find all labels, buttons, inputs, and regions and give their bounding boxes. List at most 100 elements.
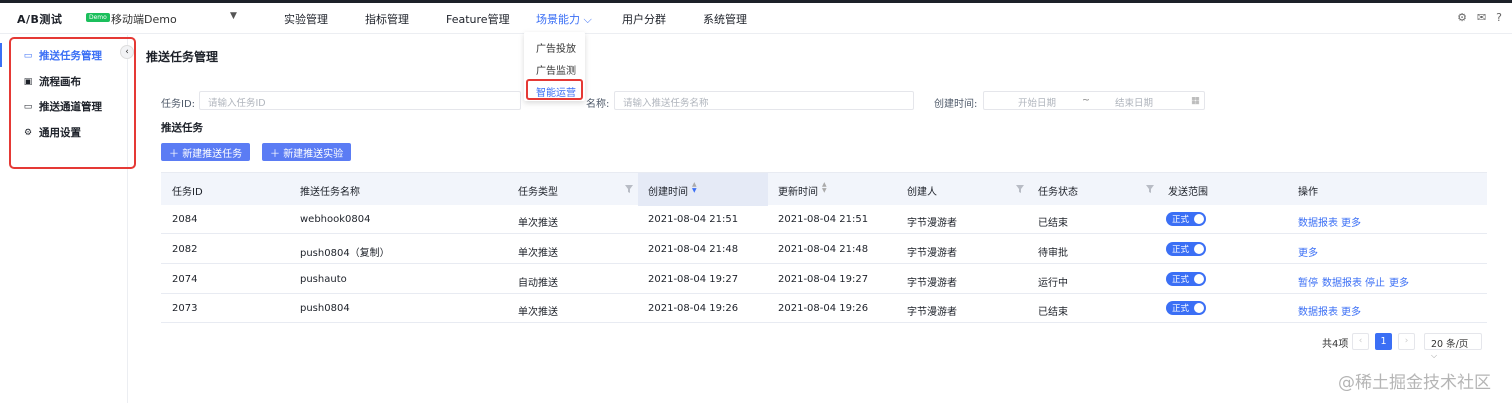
task-name-input[interactable]: 请输入推送任务名称 bbox=[614, 91, 914, 110]
cell-created: 2021-08-04 19:27 bbox=[648, 274, 739, 285]
highlight-box bbox=[526, 79, 583, 100]
new-push-task-label: 新建推送任务 bbox=[182, 149, 243, 160]
cell-status: 待审批 bbox=[1038, 248, 1068, 259]
action-pause[interactable]: 暂停 bbox=[1298, 274, 1318, 289]
col-task-name: 推送任务名称 bbox=[300, 187, 360, 198]
cell-updated: 2021-08-04 19:27 bbox=[778, 274, 869, 285]
nav-scenario[interactable]: 场景能力 ⌵ bbox=[536, 11, 592, 27]
watermark: @稀土掘金技术社区 bbox=[1338, 373, 1491, 393]
cell-type: 单次推送 bbox=[518, 218, 558, 229]
cell-updated: 2021-08-04 21:48 bbox=[778, 244, 869, 255]
project-selector[interactable]: 移动端Demo bbox=[111, 11, 177, 27]
col-created-time: 创建时间 bbox=[648, 187, 688, 198]
cell-created: 2021-08-04 21:48 bbox=[648, 244, 739, 255]
dropdown-item-ad-monitor[interactable]: 广告监测 bbox=[536, 62, 576, 77]
col-updated-time: 更新时间 bbox=[778, 187, 818, 198]
demo-badge: Demo bbox=[86, 13, 110, 22]
scenario-dropdown: 广告投放 广告监测 智能运营 bbox=[524, 32, 585, 101]
action-more[interactable]: 更多 bbox=[1341, 303, 1361, 318]
action-report[interactable]: 数据报表 bbox=[1298, 214, 1338, 229]
help-icon[interactable]: ? bbox=[1496, 11, 1502, 24]
end-date-input[interactable]: 结束日期 bbox=[1115, 95, 1153, 109]
toggle-label: 正式 bbox=[1172, 245, 1190, 255]
cell-name: webhook0804 bbox=[300, 214, 371, 225]
nav-system[interactable]: 系统管理 bbox=[703, 11, 747, 27]
cell-updated: 2021-08-04 19:26 bbox=[778, 303, 869, 314]
gear-icon[interactable]: ⚙ bbox=[1457, 11, 1467, 24]
filter-icon[interactable] bbox=[1146, 185, 1154, 193]
cell-creator: 字节漫游者 bbox=[907, 248, 957, 259]
action-stop[interactable]: 停止 bbox=[1365, 274, 1385, 289]
page-size-value: 20 条/页 bbox=[1431, 339, 1469, 350]
app-logo[interactable]: A/B测试 bbox=[17, 11, 62, 27]
nav-metrics[interactable]: 指标管理 bbox=[365, 11, 409, 27]
cell-id: 2082 bbox=[172, 244, 198, 255]
cell-status: 运行中 bbox=[1038, 278, 1068, 289]
start-date-input[interactable]: 开始日期 bbox=[1018, 95, 1056, 109]
col-scope: 发送范围 bbox=[1168, 187, 1208, 198]
table-row: 2073 push0804 单次推送 2021-08-04 19:26 2021… bbox=[161, 294, 1487, 323]
action-report[interactable]: 数据报表 bbox=[1298, 303, 1338, 318]
mail-icon[interactable]: ✉ bbox=[1477, 11, 1486, 24]
new-push-task-button[interactable]: ＋ 新建推送任务 bbox=[161, 143, 251, 161]
total-count: 共4项 bbox=[1322, 339, 1349, 350]
scope-toggle[interactable]: 正式 bbox=[1166, 242, 1206, 256]
range-separator: ~ bbox=[1082, 95, 1090, 106]
calendar-icon[interactable]: ▦ bbox=[1191, 95, 1200, 106]
table-row: 2074 pushauto 自动推送 2021-08-04 19:27 2021… bbox=[161, 265, 1487, 294]
task-id-input[interactable]: 请输入任务ID bbox=[199, 91, 521, 110]
scope-toggle[interactable]: 正式 bbox=[1166, 272, 1206, 286]
toggle-label: 正式 bbox=[1172, 304, 1190, 314]
chevron-down-icon[interactable]: ▼ bbox=[230, 11, 237, 21]
nav-experiment[interactable]: 实验管理 bbox=[284, 11, 328, 27]
cell-type: 自动推送 bbox=[518, 278, 558, 289]
task-name-label: 名称: bbox=[586, 99, 610, 110]
cell-created: 2021-08-04 21:51 bbox=[648, 214, 739, 225]
top-icons: ⚙ ✉ ? bbox=[1457, 11, 1502, 24]
page-size-select[interactable]: 20 条/页 ⌵ bbox=[1424, 333, 1482, 360]
cell-status: 已结束 bbox=[1038, 307, 1068, 318]
col-status: 任务状态 bbox=[1038, 187, 1078, 198]
action-more[interactable]: 更多 bbox=[1298, 244, 1318, 259]
action-report[interactable]: 数据报表 bbox=[1322, 274, 1362, 289]
filter-icon[interactable] bbox=[1016, 185, 1024, 193]
action-more[interactable]: 更多 bbox=[1389, 274, 1409, 289]
prev-page-icon[interactable]: ‹ bbox=[1352, 333, 1369, 350]
scope-toggle[interactable]: 正式 bbox=[1166, 301, 1206, 315]
filter-icon[interactable] bbox=[625, 185, 633, 193]
page-number[interactable]: 1 bbox=[1375, 333, 1392, 350]
cell-creator: 字节漫游者 bbox=[907, 218, 957, 229]
next-page-icon[interactable]: › bbox=[1398, 333, 1415, 350]
highlight-box bbox=[9, 37, 136, 169]
sort-icon[interactable]: ▲ ▼ bbox=[692, 182, 697, 194]
dropdown-item-ad-delivery[interactable]: 广告投放 bbox=[536, 40, 576, 55]
nav-user-group[interactable]: 用户分群 bbox=[622, 11, 666, 27]
new-push-experiment-label: 新建推送实验 bbox=[283, 149, 344, 160]
cell-id: 2073 bbox=[172, 303, 198, 314]
col-task-type: 任务类型 bbox=[518, 187, 558, 198]
active-indicator bbox=[0, 43, 2, 67]
toggle-label: 正式 bbox=[1172, 215, 1190, 225]
action-more[interactable]: 更多 bbox=[1341, 214, 1361, 229]
cell-id: 2084 bbox=[172, 214, 198, 225]
nav-feature[interactable]: Feature管理 bbox=[446, 11, 510, 27]
date-range-picker[interactable]: 开始日期 ~ 结束日期 ▦ bbox=[983, 91, 1205, 110]
table-header: 任务ID 推送任务名称 任务类型 创建时间 ▲ ▼ 更新时间 ▲ ▼ 创建人 任务状… bbox=[161, 172, 1487, 206]
toggle-label: 正式 bbox=[1172, 275, 1190, 285]
new-push-experiment-button[interactable]: ＋ 新建推送实验 bbox=[262, 143, 352, 161]
table-row: 2084 webhook0804 单次推送 2021-08-04 21:51 2… bbox=[161, 205, 1487, 234]
top-bar: A/B测试 Demo 移动端Demo ▼ 实验管理 指标管理 Feature管理… bbox=[0, 0, 1512, 34]
table-row: 2082 push0804（复制） 单次推送 2021-08-04 21:48 … bbox=[161, 235, 1487, 264]
cell-status: 已结束 bbox=[1038, 218, 1068, 229]
scope-toggle[interactable]: 正式 bbox=[1166, 212, 1206, 226]
cell-updated: 2021-08-04 21:51 bbox=[778, 214, 869, 225]
cell-created: 2021-08-04 19:26 bbox=[648, 303, 739, 314]
plus-icon: ＋ bbox=[270, 149, 280, 160]
cell-type: 单次推送 bbox=[518, 307, 558, 318]
cell-name: push0804 bbox=[300, 303, 350, 314]
nav-scenario-label: 场景能力 bbox=[536, 13, 580, 26]
chevron-down-icon: ⌵ bbox=[583, 13, 592, 26]
sort-icon[interactable]: ▲ ▼ bbox=[822, 182, 827, 194]
col-task-id: 任务ID bbox=[172, 187, 203, 198]
cell-id: 2074 bbox=[172, 274, 198, 285]
